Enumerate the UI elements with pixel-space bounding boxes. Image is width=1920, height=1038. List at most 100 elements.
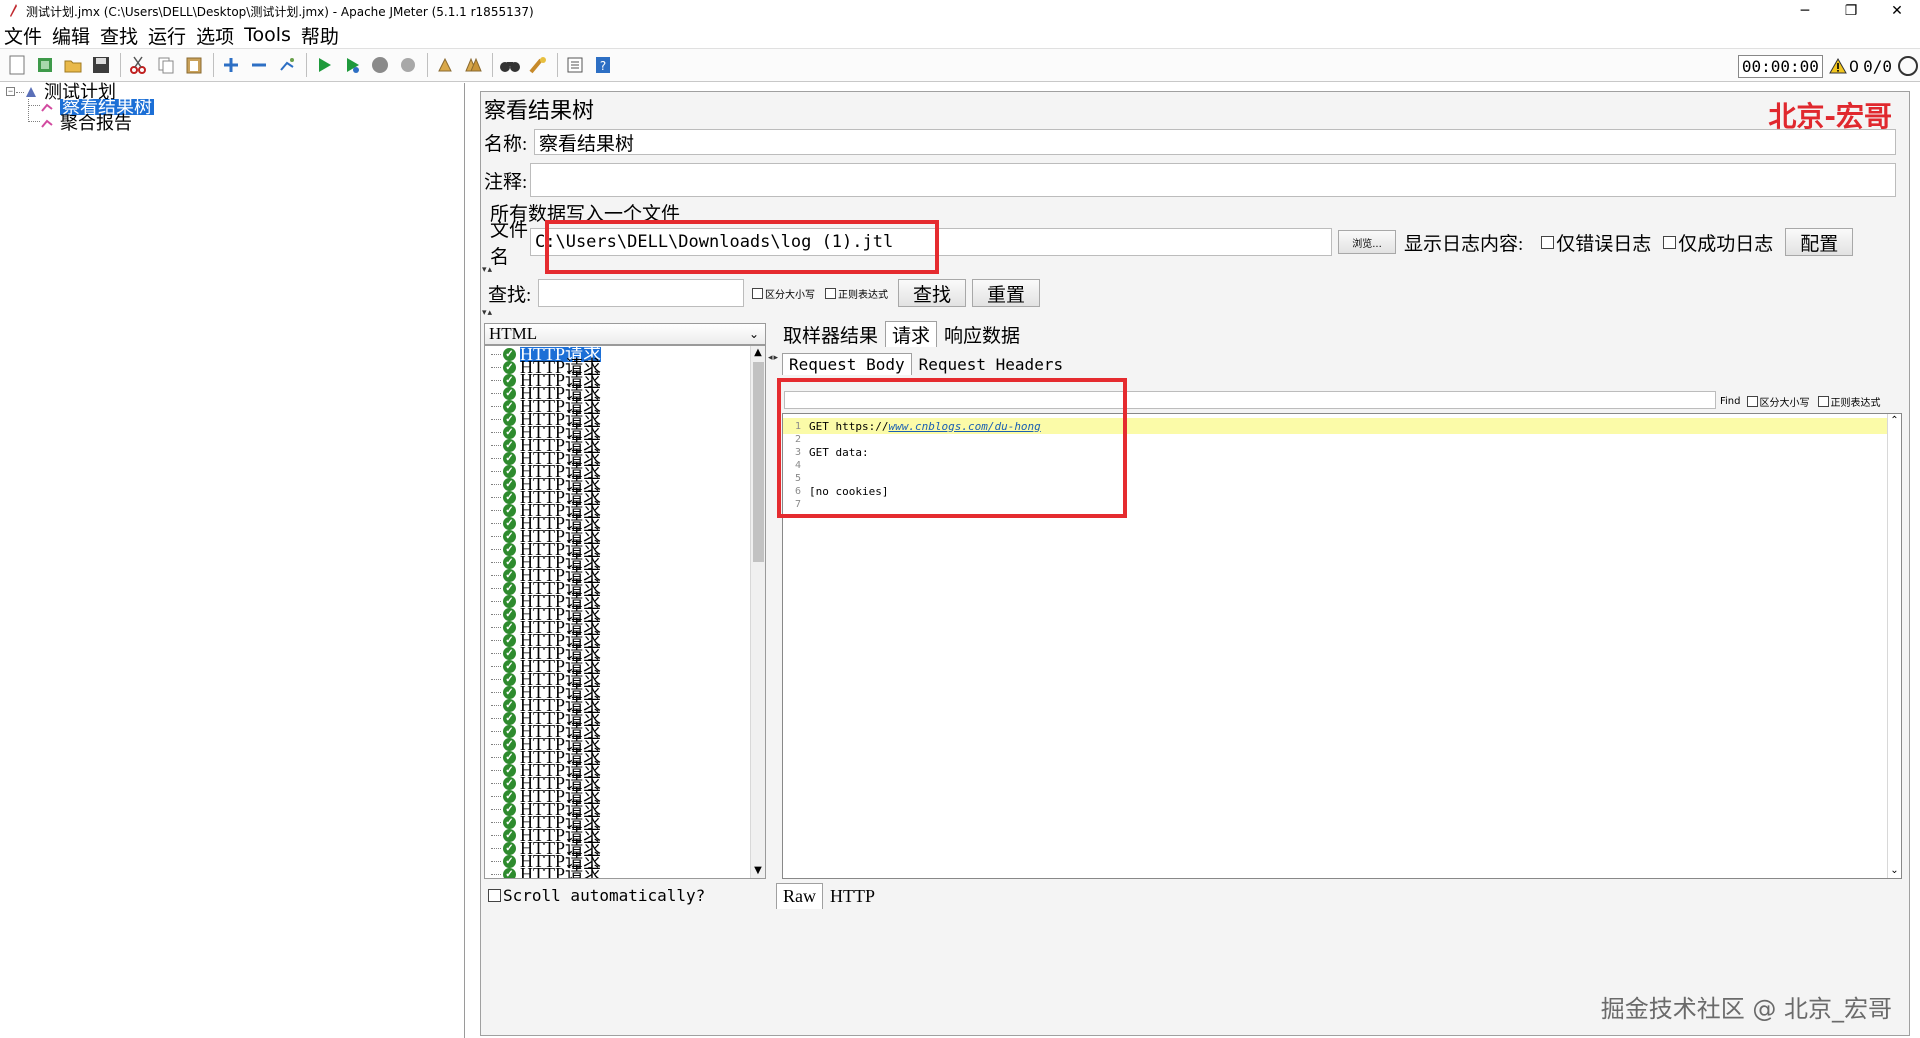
splitter-handle[interactable]: ◂▸ [768, 353, 779, 363]
checkbox-box [488, 888, 501, 902]
window-controls: ─ ❐ ✕ [1782, 0, 1920, 22]
success-check-icon: ✓ [503, 867, 516, 878]
tree-connector [491, 691, 501, 693]
tab-http[interactable]: HTTP [823, 883, 882, 909]
function-helper-icon[interactable] [562, 52, 588, 78]
configure-button[interactable]: 配置 [1785, 228, 1854, 256]
find-label: Find [1720, 395, 1741, 407]
close-button[interactable]: ✕ [1874, 0, 1920, 22]
find-case-checkbox[interactable]: 区分大小写 [1746, 394, 1810, 409]
tree-connector [491, 483, 501, 485]
svg-text:?: ? [600, 59, 606, 73]
tab-raw[interactable]: Raw [776, 883, 823, 909]
tree-connector [491, 743, 501, 745]
clear-all-icon[interactable] [460, 52, 486, 78]
renderer-value: HTML [489, 324, 538, 343]
splitter-handle[interactable]: ▾▴ [482, 308, 493, 318]
checkbox-box [1541, 235, 1555, 249]
browse-button[interactable]: 浏览... [1338, 230, 1396, 254]
minimize-button[interactable]: ─ [1782, 0, 1828, 22]
reset-search-icon[interactable] [525, 52, 551, 78]
save-icon[interactable] [88, 52, 114, 78]
stop-icon[interactable] [367, 52, 393, 78]
copy-icon[interactable] [153, 52, 179, 78]
menu-run[interactable]: 运行 [148, 22, 186, 49]
editor-scrollbar[interactable]: ⌃ ⌄ [1887, 414, 1901, 878]
toolbar-separator [120, 53, 121, 77]
search-icon[interactable] [497, 52, 523, 78]
sample-list-item[interactable]: ✓ HTTP请求 [491, 865, 601, 878]
tab-response-data[interactable]: 响应数据 [937, 321, 1027, 347]
reset-button[interactable]: 重置 [972, 279, 1040, 307]
scroll-down-arrow[interactable]: ▼ [751, 864, 765, 878]
view-mode-tabs: Raw HTTP [776, 883, 882, 909]
find-regex-checkbox[interactable]: 正则表达式 [1817, 394, 1881, 409]
search-row: 查找: 区分大小写 正则表达式 查找 重置 [488, 277, 1908, 309]
case-sensitive-checkbox[interactable]: 区分大小写 [752, 286, 815, 301]
tree-connector [491, 860, 501, 862]
tree-connector [491, 353, 501, 355]
cut-icon[interactable] [125, 52, 151, 78]
tree-item-aggregate-report[interactable]: 聚合报告 [40, 114, 132, 132]
errors-only-checkbox[interactable]: 仅错误日志 [1541, 229, 1651, 256]
tree-collapse-toggle[interactable]: − [6, 87, 15, 96]
menu-file[interactable]: 文件 [4, 22, 42, 49]
tab-sampler-result[interactable]: 取样器结果 [776, 321, 885, 347]
tree-connector [491, 808, 501, 810]
menu-help[interactable]: 帮助 [301, 22, 339, 49]
toolbar-separator [427, 53, 428, 77]
tree-connector [491, 626, 501, 628]
tree-connector [491, 574, 501, 576]
tree-connector [491, 717, 501, 719]
toggle-icon[interactable] [274, 52, 300, 78]
start-no-pauses-icon[interactable] [339, 52, 365, 78]
warning-indicator[interactable]: 0 [1829, 57, 1859, 76]
regex-checkbox[interactable]: 正则表达式 [825, 286, 888, 301]
tab-request-body[interactable]: Request Body [782, 353, 912, 375]
tree-connector [491, 587, 501, 589]
comment-row: 注释: [484, 163, 1908, 197]
comment-field[interactable] [530, 163, 1896, 197]
collapse-icon[interactable] [246, 52, 272, 78]
search-input[interactable] [538, 279, 744, 307]
renderer-select[interactable]: HTML ⌄ [484, 323, 766, 345]
success-only-checkbox[interactable]: 仅成功日志 [1663, 229, 1773, 256]
scroll-up-arrow[interactable]: ⌃ [1888, 414, 1901, 428]
scroll-thumb[interactable] [753, 362, 764, 562]
menu-tools[interactable]: Tools [244, 24, 291, 46]
warning-icon [1829, 58, 1847, 74]
sample-list-scrollbar[interactable]: ▲ ▼ [750, 346, 765, 878]
scroll-down-arrow[interactable]: ⌄ [1888, 864, 1901, 878]
restore-button[interactable]: ❐ [1828, 0, 1874, 22]
tree-connector [28, 121, 40, 122]
scroll-up-arrow[interactable]: ▲ [751, 346, 765, 360]
tree-connector [491, 665, 501, 667]
tree-connector [491, 652, 501, 654]
name-field[interactable]: 察看结果树 [534, 129, 1896, 155]
tree-connector [16, 92, 24, 93]
scroll-automatically-checkbox[interactable]: Scroll automatically? [488, 883, 705, 907]
start-icon[interactable] [311, 52, 337, 78]
find-button[interactable]: 查找 [898, 279, 966, 307]
shutdown-icon[interactable] [395, 52, 421, 78]
templates-icon[interactable] [32, 52, 58, 78]
tree-connector [491, 509, 501, 511]
toolbar-separator [492, 53, 493, 77]
expand-icon[interactable] [218, 52, 244, 78]
menu-edit[interactable]: 编辑 [52, 22, 90, 49]
new-icon[interactable] [4, 52, 30, 78]
tab-request[interactable]: 请求 [885, 321, 938, 347]
request-find-bar: Find 区分大小写 正则表达式 [1720, 392, 1881, 410]
remote-icon[interactable] [1898, 56, 1918, 76]
clear-icon[interactable] [432, 52, 458, 78]
tab-request-headers[interactable]: Request Headers [912, 353, 1071, 375]
help-icon[interactable]: ? [590, 52, 616, 78]
elapsed-timer: 00:00:00 [1737, 54, 1823, 78]
open-icon[interactable] [60, 52, 86, 78]
splitter-handle[interactable]: ▾▴ [482, 265, 493, 275]
name-row: 名称: 察看结果树 [484, 127, 1908, 157]
paste-icon[interactable] [181, 52, 207, 78]
menu-options[interactable]: 选项 [196, 22, 234, 49]
sample-result-list[interactable]: ✓ HTTP请求 ✓ HTTP请求 ✓ HTTP请求 ✓ HTTP请求 ✓ HTTP请求 ✓ HTTP… [484, 345, 766, 879]
menu-search[interactable]: 查找 [100, 22, 138, 49]
